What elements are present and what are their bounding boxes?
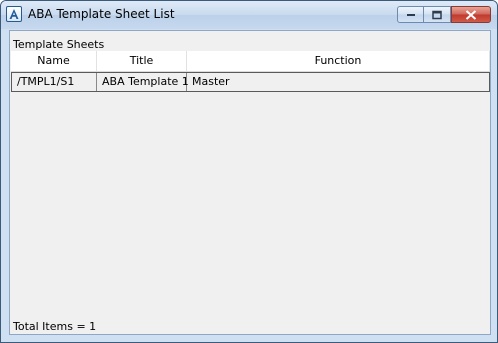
close-button[interactable] — [451, 6, 491, 23]
cell-name: /TMPL1/S1 — [12, 73, 97, 91]
client-area: Template Sheets Name Title Function /TMP… — [9, 30, 491, 335]
template-sheets-table[interactable]: Name Title Function /TMPL1/S1 ABA Templa… — [11, 51, 490, 315]
column-header-function[interactable]: Function — [187, 51, 490, 71]
aba-app-icon[interactable] — [6, 6, 22, 22]
table-header: Name Title Function — [11, 51, 490, 72]
title-bar[interactable]: ABA Template Sheet List — [1, 1, 497, 29]
cell-title: ABA Template 1 — [97, 73, 189, 91]
maximize-icon — [432, 10, 442, 19]
cell-function: Master — [192, 75, 230, 88]
total-items-label: Total Items = 1 — [13, 320, 97, 333]
column-header-title[interactable]: Title — [97, 51, 187, 71]
maximize-button[interactable] — [424, 6, 451, 23]
app-logo-glyph — [9, 9, 19, 19]
table-row[interactable]: /TMPL1/S1 ABA Template 1 Master — [11, 72, 490, 92]
close-icon — [465, 9, 477, 20]
minimize-button[interactable] — [397, 6, 424, 23]
app-window: ABA Template Sheet List Template Sheets … — [0, 0, 498, 343]
template-sheets-label: Template Sheets — [13, 38, 105, 51]
column-header-name[interactable]: Name — [11, 51, 97, 71]
minimize-icon — [406, 13, 415, 16]
window-title: ABA Template Sheet List — [28, 7, 175, 21]
